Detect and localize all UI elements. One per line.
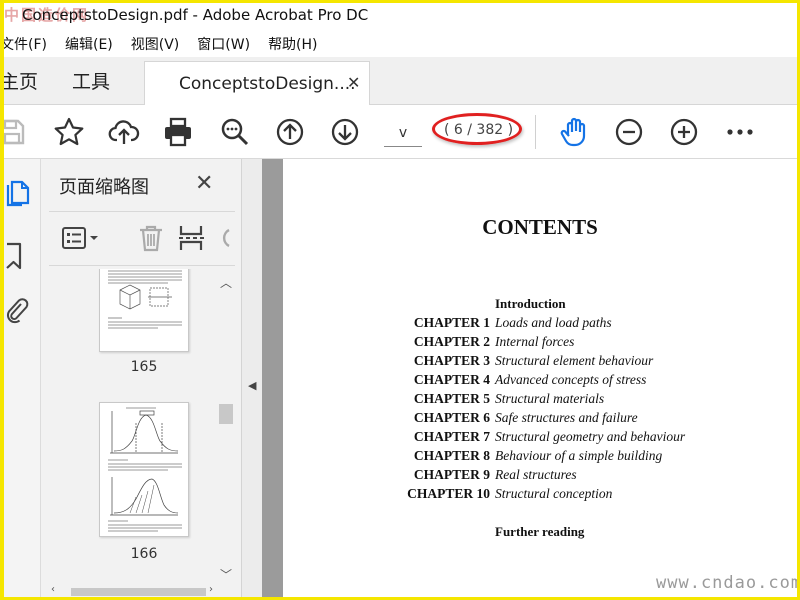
- thumbnail-page-166[interactable]: [99, 402, 189, 537]
- chapter-entry: CHAPTER 2 Internal forces: [283, 334, 797, 353]
- chapter-title: Behaviour of a simple building: [495, 448, 663, 463]
- upload-icon[interactable]: [108, 116, 140, 148]
- thumbnails-panel: 页面缩略图 ✕ 165 166 ︿ ﹀ ‹ ›: [41, 159, 242, 597]
- attachment-icon[interactable]: [4, 295, 32, 325]
- document-view[interactable]: CONTENTS Introduction CHAPTER 1 Loads an…: [262, 159, 797, 597]
- star-icon[interactable]: [53, 116, 85, 148]
- page-count: ( 6 / 382 ): [444, 122, 514, 138]
- more-icon[interactable]: [724, 116, 756, 148]
- watermark-bottom: www.cndao.com: [656, 573, 797, 593]
- chapter-entry: CHAPTER 9 Real structures: [283, 467, 797, 486]
- chapter-number: CHAPTER 1: [413, 315, 490, 330]
- chapter-title: Structural geometry and behaviour: [495, 429, 686, 444]
- tab-document[interactable]: ConceptstoDesign.... ✕: [144, 61, 370, 106]
- panel-splitter[interactable]: ◀: [242, 159, 262, 597]
- chapter-entry: CHAPTER 5 Structural materials: [283, 391, 797, 410]
- close-tab-icon[interactable]: ✕: [347, 73, 360, 92]
- further-reading-entry: Further reading: [495, 524, 585, 539]
- hscrollbar-thumb[interactable]: [71, 588, 206, 596]
- scroll-up-icon[interactable]: ︿: [220, 274, 232, 291]
- chapter-title: Structural conception: [495, 486, 613, 501]
- toolbar-divider: [535, 115, 536, 149]
- chapter-title: Structural materials: [495, 391, 605, 406]
- chapter-title: Internal forces: [495, 334, 575, 349]
- page-down-icon[interactable]: [329, 116, 361, 148]
- zoom-search-icon[interactable]: [219, 116, 251, 148]
- toolbar: v ( 6 / 382 ): [4, 105, 797, 159]
- close-panel-icon[interactable]: ✕: [195, 171, 213, 196]
- document-tab-label: ConceptstoDesign....: [179, 74, 356, 94]
- hand-icon[interactable]: [559, 116, 591, 148]
- tab-home[interactable]: 主页: [4, 67, 38, 94]
- print-icon[interactable]: [162, 116, 194, 148]
- chapter-number: CHAPTER 7: [413, 429, 490, 444]
- page-up-icon[interactable]: [274, 116, 306, 148]
- menu-bar: 文件(F) 编辑(E) 视图(V) 窗口(W) 帮助(H): [4, 31, 797, 57]
- thumbnail-page-165[interactable]: [99, 269, 189, 352]
- chapter-entry: CHAPTER 10 Structural conception: [283, 486, 797, 505]
- zoom-out-icon[interactable]: [613, 116, 645, 148]
- scroll-down-icon[interactable]: ﹀: [220, 566, 232, 583]
- chapter-entry: CHAPTER 8 Behaviour of a simple building: [283, 448, 797, 467]
- page-number-input[interactable]: v: [384, 119, 422, 147]
- pdf-page: CONTENTS Introduction CHAPTER 1 Loads an…: [283, 159, 797, 597]
- chapter-entry: CHAPTER 7 Structural geometry and behavi…: [283, 429, 797, 448]
- left-rail: [4, 159, 41, 597]
- collapse-panel-icon[interactable]: ◀: [248, 379, 256, 392]
- introduction-entry: Introduction: [495, 296, 566, 311]
- chapter-number: CHAPTER 3: [413, 353, 490, 368]
- chapter-title: Loads and load paths: [495, 315, 612, 330]
- delete-icon[interactable]: [135, 222, 167, 254]
- chapter-title: Structural element behaviour: [495, 353, 654, 368]
- extract-pages-icon[interactable]: [177, 222, 209, 254]
- menu-view[interactable]: 视图(V): [131, 31, 180, 57]
- bookmark-icon[interactable]: [4, 241, 32, 271]
- chapter-entry: CHAPTER 3 Structural element behaviour: [283, 353, 797, 372]
- chapter-entry: CHAPTER 1 Loads and load paths: [283, 315, 797, 334]
- chapter-title: Safe structures and failure: [495, 410, 638, 425]
- thumbnail-list: 165 166: [49, 269, 217, 587]
- save-icon[interactable]: [4, 116, 28, 148]
- chapter-entry: CHAPTER 4 Advanced concepts of stress: [283, 372, 797, 391]
- thumbnail-scrollbar[interactable]: ︿ ﹀: [217, 274, 235, 582]
- menu-file[interactable]: 文件(F): [4, 31, 47, 57]
- panel-title: 页面缩略图: [59, 177, 149, 198]
- chapter-number: CHAPTER 10: [407, 486, 490, 501]
- panel-toolbar: [49, 211, 235, 266]
- chapter-number: CHAPTER 8: [413, 448, 490, 463]
- tab-bar: 主页 工具 ConceptstoDesign.... ✕: [4, 57, 797, 106]
- menu-help[interactable]: 帮助(H): [268, 31, 317, 57]
- zoom-in-icon[interactable]: [668, 116, 700, 148]
- chapter-number: CHAPTER 4: [413, 372, 490, 387]
- contents-heading: CONTENTS: [482, 215, 598, 239]
- pages-icon[interactable]: [4, 179, 32, 209]
- chapter-title: Advanced concepts of stress: [495, 372, 647, 387]
- thumbnail-label-166: 166: [130, 546, 158, 562]
- options-menu-icon[interactable]: [61, 222, 98, 254]
- title-bar: 中国造价网 ConceptstoDesign.pdf - Adobe Acrob…: [4, 3, 797, 29]
- acrobat-window: 中国造价网 ConceptstoDesign.pdf - Adobe Acrob…: [4, 3, 797, 597]
- chapter-number: CHAPTER 6: [413, 410, 490, 425]
- window-title: ConceptstoDesign.pdf - Adobe Acrobat Pro…: [22, 6, 369, 24]
- menu-window[interactable]: 窗口(W): [197, 31, 250, 57]
- chapter-number: CHAPTER 9: [413, 467, 490, 482]
- scrollbar-thumb[interactable]: [219, 404, 233, 424]
- menu-edit[interactable]: 编辑(E): [65, 31, 113, 57]
- chapter-entry: CHAPTER 6 Safe structures and failure: [283, 410, 797, 429]
- scroll-left-icon[interactable]: ‹: [51, 584, 55, 595]
- scroll-right-icon[interactable]: ›: [209, 584, 213, 595]
- chapter-number: CHAPTER 2: [413, 334, 490, 349]
- tab-tools[interactable]: 工具: [72, 67, 110, 94]
- chapter-number: CHAPTER 5: [413, 391, 490, 406]
- thumbnail-hscrollbar[interactable]: ‹ ›: [49, 584, 219, 597]
- chapter-title: Real structures: [495, 467, 577, 482]
- thumbnail-label-165: 165: [130, 359, 158, 375]
